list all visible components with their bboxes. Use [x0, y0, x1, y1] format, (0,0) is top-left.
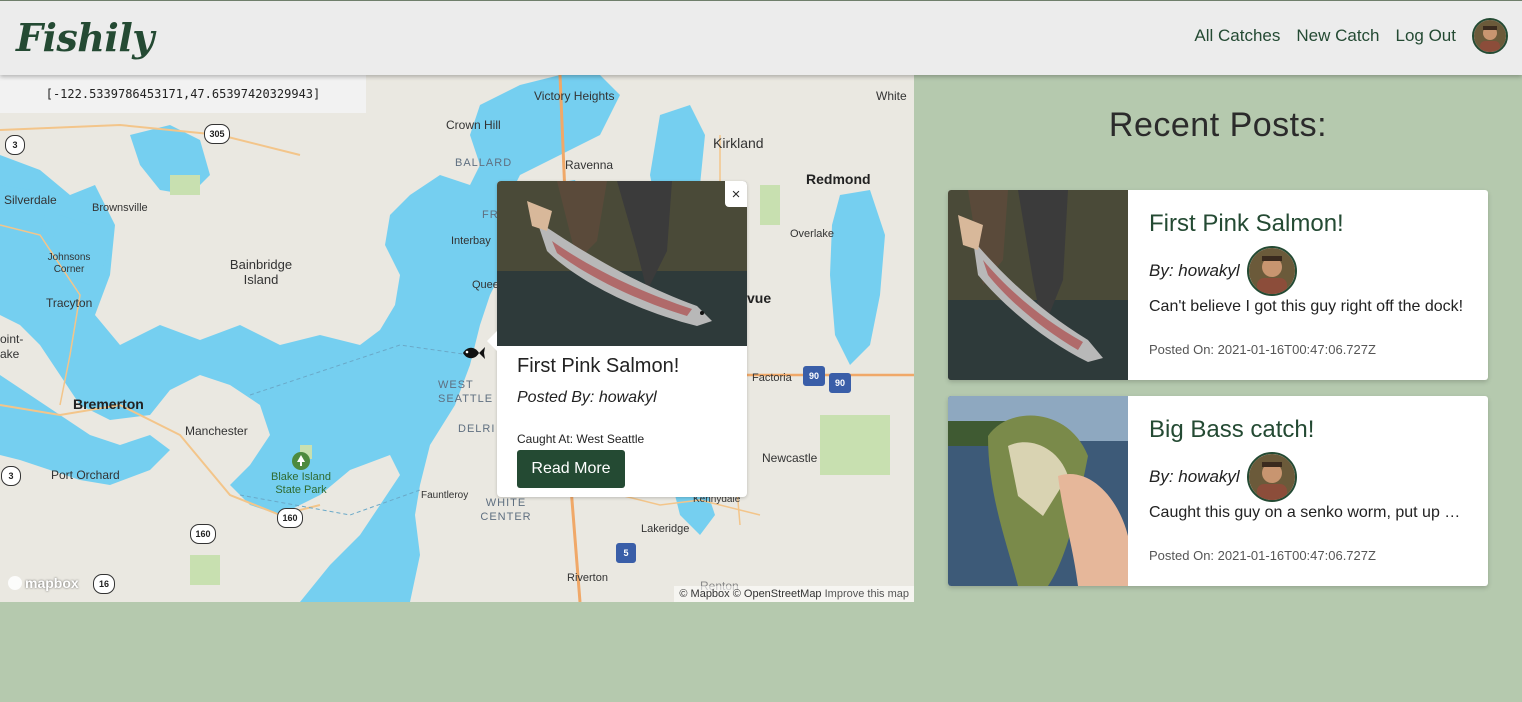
route-shield-16: 16 — [93, 574, 115, 594]
map-label-port-orchard: Port Orchard — [51, 468, 120, 482]
route-shield-160: 160 — [277, 508, 303, 528]
map-label-fauntleroy: Fauntleroy — [421, 490, 469, 501]
mapbox-logo[interactable]: mapbox — [8, 575, 79, 591]
fish-icon[interactable] — [461, 345, 485, 361]
map-label-silverdale: Silverdale — [4, 193, 57, 207]
map-label-lakeridge: Lakeridge — [641, 523, 690, 535]
route-shield-90: 90 — [829, 373, 851, 393]
map-label-delri: DELRI — [458, 423, 496, 435]
route-shield-305: 305 — [204, 124, 230, 144]
map-label-newcastle: Newcastle — [762, 451, 818, 465]
navbar: Fishily All Catches New Catch Log Out — [0, 0, 1522, 75]
post-card[interactable]: First Pink Salmon! By: howakyl Can't bel… — [948, 190, 1488, 380]
route-shield-3: 3 — [5, 135, 25, 155]
post-bass-image — [948, 396, 1128, 586]
mapbox-logo-icon — [8, 576, 22, 590]
map-label-interbay: Interbay — [451, 235, 491, 247]
map-attribution: © Mapbox © OpenStreetMap Improve this ma… — [674, 586, 914, 602]
brand-logo[interactable]: Fishily — [16, 15, 154, 60]
popup-posted-by: Posted By: howakyl — [517, 389, 657, 406]
coordinate-readout: [-122.5339786453171,47.65397420329943] — [0, 75, 366, 113]
post-date: Posted On: 2021-01-16T00:47:06.727Z — [1149, 548, 1376, 563]
map-label-brownsville: Brownsville — [92, 202, 148, 214]
post-body: Caught this guy on a senko worm, put up … — [1149, 504, 1469, 521]
map-label-bainbridge-island: Bainbridge Island — [229, 257, 293, 287]
map-popup: × First Pink Salmon! Posted By: howakyl … — [487, 181, 747, 497]
popup-caught-at: Caught At: West Seattle — [517, 432, 645, 446]
map-label-ravenna: Ravenna — [565, 158, 614, 172]
popup-title: First Pink Salmon! — [517, 355, 680, 377]
route-shield-3: 3 — [1, 466, 21, 486]
map-label-kirkland: Kirkland — [713, 135, 764, 151]
post-date: Posted On: 2021-01-16T00:47:06.727Z — [1149, 342, 1376, 357]
map-label-quee: Quee — [472, 279, 499, 291]
map-label-riverton: Riverton — [567, 572, 608, 584]
park-tree-icon — [292, 452, 310, 470]
map-label-lake: ake — [0, 347, 20, 361]
nav-links: All Catches New Catch Log Out — [1194, 18, 1508, 54]
map-label-bremerton: Bremerton — [73, 396, 144, 412]
map-label-ballard: BALLARD — [455, 157, 513, 169]
author-avatar-icon — [1247, 246, 1297, 296]
popup-close-button[interactable]: × — [725, 181, 747, 207]
attribution-osm[interactable]: © OpenStreetMap — [733, 588, 822, 600]
recent-posts-heading: Recent Posts: — [1108, 106, 1328, 144]
route-shield-5: 5 — [616, 543, 636, 563]
map-label-johnsons-corner: Johnsons Corner — [47, 252, 91, 275]
map-label-white: White — [876, 89, 907, 103]
nav-all-catches[interactable]: All Catches — [1194, 26, 1280, 46]
route-shield-90: 90 — [803, 366, 825, 386]
popup-tip — [487, 331, 497, 351]
author-avatar-icon — [1247, 452, 1297, 502]
map-label-point: oint- — [0, 332, 24, 346]
map-label-white-center: WHITE CENTER — [480, 497, 532, 523]
user-avatar-icon[interactable] — [1472, 18, 1508, 54]
map[interactable]: [-122.5339786453171,47.65397420329943] V… — [0, 75, 914, 602]
map-label-crown-hill: Crown Hill — [446, 118, 501, 132]
map-label-overlake: Overlake — [790, 228, 835, 240]
map-label-bellevue: vue — [747, 290, 772, 306]
nav-log-out[interactable]: Log Out — [1396, 26, 1457, 46]
map-label-victory-heights: Victory Heights — [534, 89, 615, 103]
post-card[interactable]: Big Bass catch! By: howakyl Caught this … — [948, 396, 1488, 586]
post-author: By: howakyl — [1149, 261, 1240, 280]
mapbox-logo-text: mapbox — [25, 575, 79, 591]
map-tiles — [0, 75, 914, 602]
route-shield-160: 160 — [190, 524, 216, 544]
map-label-west-seattle: WEST SEATTLE — [438, 379, 494, 405]
post-title[interactable]: First Pink Salmon! — [1149, 210, 1344, 238]
map-label-tracyton: Tracyton — [46, 296, 93, 310]
read-more-button[interactable]: Read More — [517, 450, 625, 488]
improve-map-link[interactable]: Improve this map — [825, 588, 909, 600]
map-label-redmond: Redmond — [806, 171, 871, 187]
post-title[interactable]: Big Bass catch! — [1149, 416, 1314, 444]
popup-salmon-image — [497, 181, 747, 346]
nav-new-catch[interactable]: New Catch — [1296, 26, 1379, 46]
map-label-blake-island: Blake Island State Park — [271, 471, 331, 496]
post-author: By: howakyl — [1149, 467, 1240, 486]
map-label-factoria: Factoria — [752, 372, 792, 384]
map-label-manchester: Manchester — [185, 424, 248, 438]
post-salmon-image — [948, 190, 1128, 380]
attribution-mapbox[interactable]: © Mapbox — [679, 588, 729, 600]
post-body: Can't believe I got this guy right off t… — [1149, 298, 1464, 315]
